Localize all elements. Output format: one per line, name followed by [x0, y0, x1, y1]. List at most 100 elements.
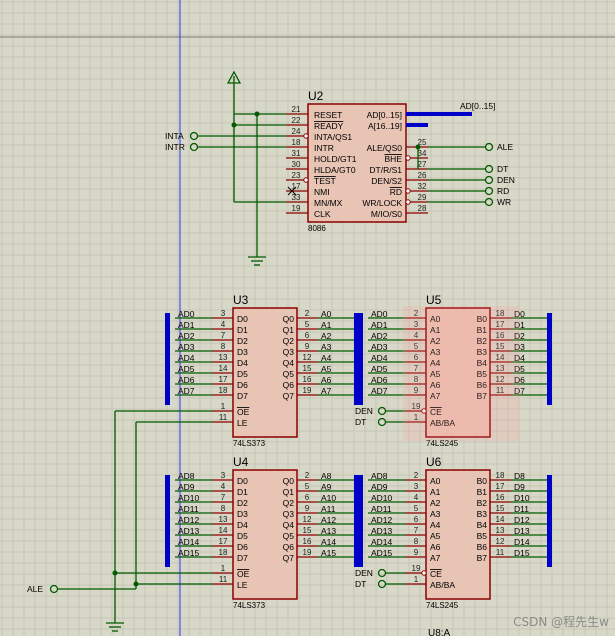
- u6-pin-number: 13: [496, 526, 505, 535]
- junction-dot: [231, 122, 237, 128]
- u6-pin-number: 8: [414, 537, 419, 546]
- inta-label: INTA: [165, 131, 184, 141]
- u3-net-label: AD4: [178, 353, 195, 363]
- u3-pin-number: 19: [303, 386, 312, 395]
- u3-pin-label: Q4: [283, 358, 295, 368]
- u4-pin-number: 16: [303, 537, 312, 546]
- u6-pin-label: AB/BA: [430, 580, 455, 590]
- u3-net-label: AD0: [178, 309, 195, 319]
- u4-pin-label: D5: [237, 531, 248, 541]
- ale-in-terminal[interactable]: [49, 584, 59, 594]
- u3-net-label: A4: [321, 353, 332, 363]
- u2-pin-label: CLK: [314, 209, 331, 219]
- u5-net-label: AD4: [371, 353, 388, 363]
- u4-pin-number: 17: [219, 537, 228, 546]
- u3-net-label: A1: [321, 320, 332, 330]
- u3-pin-number: 5: [305, 320, 310, 329]
- u2-invert-bubble: [405, 199, 411, 205]
- u6-pin-label: A4: [430, 520, 441, 530]
- u6-net-label: D12: [514, 515, 530, 525]
- u3-net-label: AD2: [178, 331, 195, 341]
- u3-pin-label: Q6: [283, 380, 295, 390]
- u6-pin-label: B7: [477, 553, 488, 563]
- u3-pin-label: Q7: [283, 391, 295, 401]
- u3-pin-number: 14: [219, 364, 228, 373]
- u6-pin-label: A2: [430, 498, 441, 508]
- u3-pin-label: Q3: [283, 347, 295, 357]
- u6-net-label: D13: [514, 526, 530, 536]
- u3-in-bus: [165, 313, 170, 405]
- u3-pin-label: Q0: [283, 314, 295, 324]
- u2-pin-label: M/IO/S0: [371, 209, 402, 219]
- u6-net-label: AD14: [371, 537, 393, 547]
- u3-part: 74LS373: [233, 439, 266, 448]
- u5-net-label: AD1: [371, 320, 388, 330]
- u4-pin-label: D4: [237, 520, 248, 530]
- u3-pin-label: D0: [237, 314, 248, 324]
- u2-pin-label: MN/MX: [314, 198, 343, 208]
- u3-pin-number: 6: [305, 331, 310, 340]
- u2-pin-label: BHE: [385, 154, 403, 164]
- u4-pin-label: D1: [237, 487, 248, 497]
- u4-pin-number: 9: [305, 504, 310, 513]
- rd-label: RD: [497, 186, 509, 196]
- u6-net-label: AD15: [371, 548, 393, 558]
- u6-pin-number: 1: [414, 575, 419, 584]
- u4-net-label: A8: [321, 471, 332, 481]
- schematic-canvas[interactable]: U2808621RESET22READY24INTA/QS118INTR31HO…: [0, 0, 615, 636]
- u3-pin-label: Q1: [283, 325, 295, 335]
- u2-pin-number: 24: [292, 127, 301, 136]
- u6-pin-label: B5: [477, 531, 488, 541]
- u3-pin-label: Q5: [283, 369, 295, 379]
- u4-pin-number: 19: [303, 548, 312, 557]
- u3-pin-number: 7: [221, 331, 226, 340]
- u3-pin-label: D3: [237, 347, 248, 357]
- u2-pin-label: READY: [314, 121, 344, 131]
- u3-pin-label: D5: [237, 369, 248, 379]
- u3-net-label: AD7: [178, 386, 195, 396]
- u4-pin-label: Q3: [283, 509, 295, 519]
- u2-ref: U2: [308, 89, 324, 103]
- u4-pin-number: 12: [303, 515, 312, 524]
- u4-net-label: AD13: [178, 526, 200, 536]
- u6-dt-terminal[interactable]: [377, 579, 387, 589]
- u6-pin-number: 15: [496, 504, 505, 513]
- junction-dot: [133, 581, 139, 587]
- u6-net-label: AD9: [371, 482, 388, 492]
- u3-net-label: A7: [321, 386, 332, 396]
- u4-pin-number: 7: [221, 493, 226, 502]
- u6-pin-number: 19: [412, 564, 421, 573]
- u4-pin-number: 18: [219, 548, 228, 557]
- u3-net-label: AD6: [178, 375, 195, 385]
- u6-pin-number: 7: [414, 526, 419, 535]
- u5-dt-label: DT: [355, 417, 366, 427]
- u4-pin-label: Q4: [283, 520, 295, 530]
- u3-pin-number: 18: [219, 386, 228, 395]
- u4-in-bus: [165, 475, 170, 567]
- u5-ref: U5: [426, 293, 442, 307]
- u3-net-label: A6: [321, 375, 332, 385]
- u4-net-label: AD14: [178, 537, 200, 547]
- u6-pin-number: 18: [496, 471, 505, 480]
- junction-dot: [415, 144, 421, 150]
- u3-pin-number: 16: [303, 375, 312, 384]
- u6-net-label: AD11: [371, 504, 392, 514]
- junction-dot: [254, 111, 260, 117]
- u2-invert-bubble: [405, 188, 411, 194]
- u3-pin-label: OE: [237, 407, 250, 417]
- u2-pin-number: 30: [292, 160, 301, 169]
- u3-pin-number: 17: [219, 375, 228, 384]
- u6-pin-number: 5: [414, 504, 419, 513]
- u3-net-label: A5: [321, 364, 332, 374]
- u2-pin-number: 23: [292, 171, 301, 180]
- u2-invert-bubble: [303, 133, 309, 139]
- u6-den-label: DEN: [355, 568, 373, 578]
- junction-dot: [112, 570, 118, 576]
- u4-pin-number: 6: [305, 493, 310, 502]
- u3-pin-number: 3: [221, 309, 226, 318]
- u3-pin-number: 4: [221, 320, 226, 329]
- u6-den-terminal[interactable]: [377, 568, 387, 578]
- u6-pin-label: B3: [477, 509, 488, 519]
- u3-pin-number: 11: [219, 413, 228, 422]
- selection-highlight: [403, 306, 519, 441]
